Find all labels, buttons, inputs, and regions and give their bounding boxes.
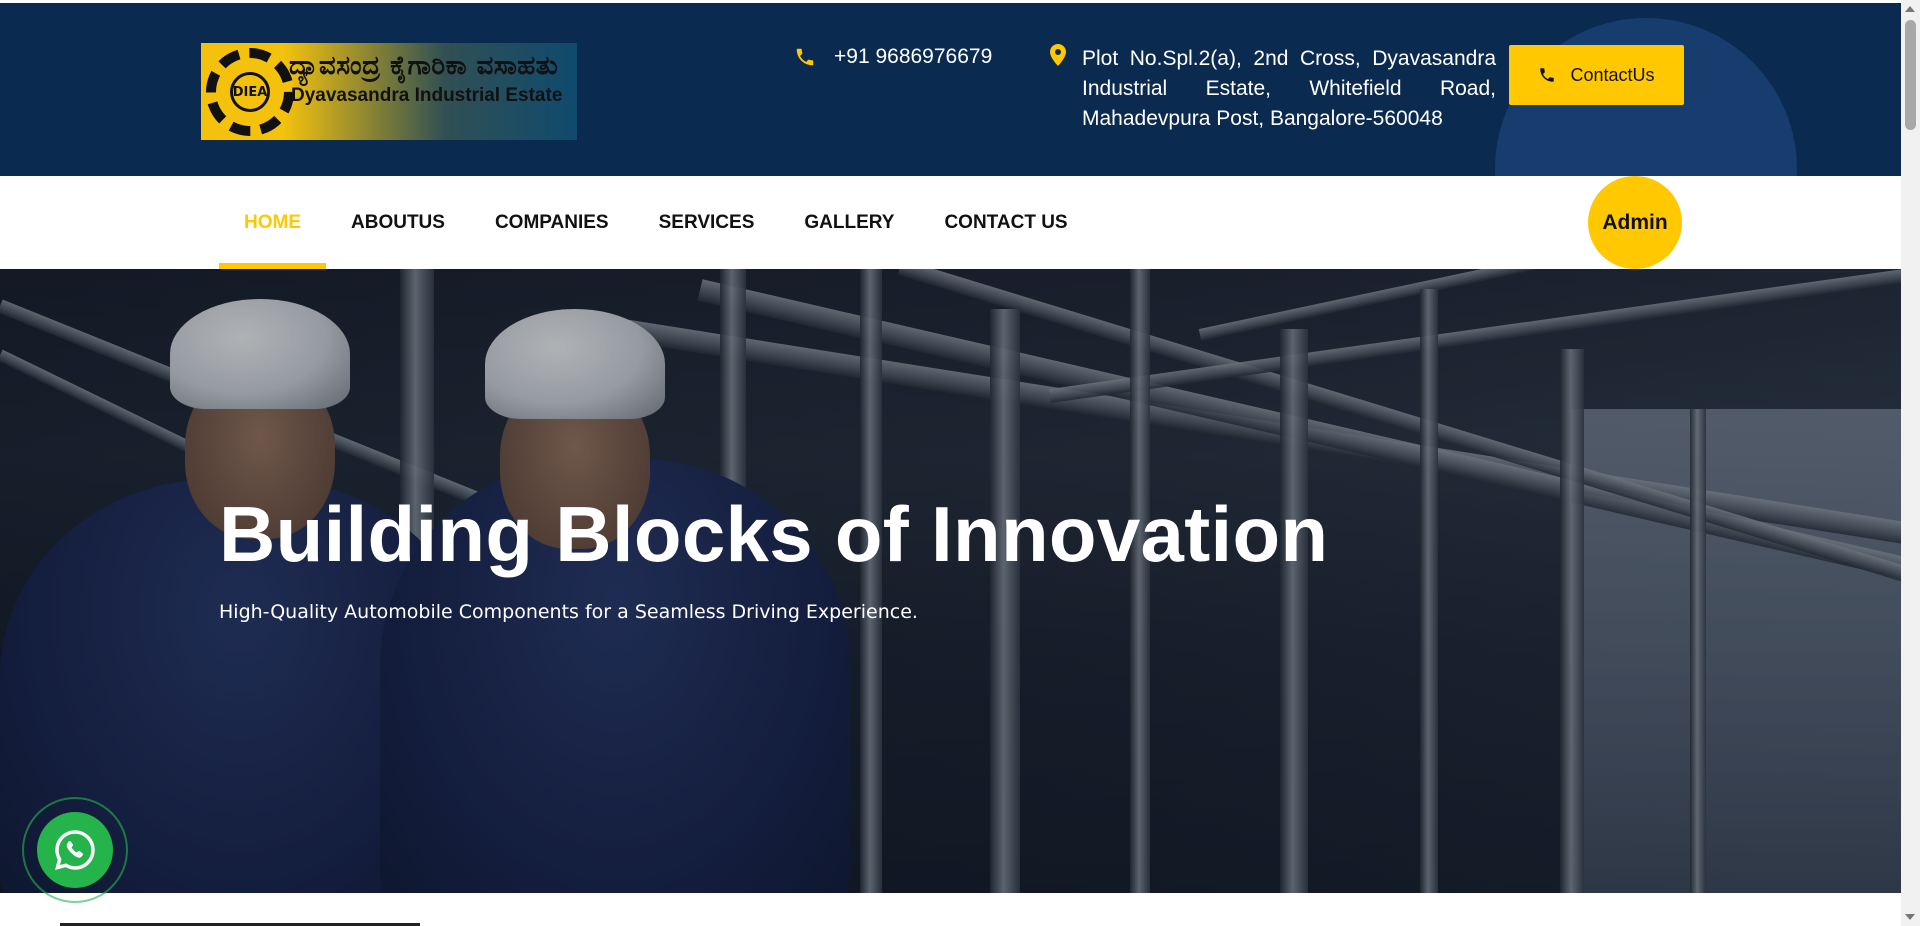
nav-item-home[interactable]: HOME: [219, 176, 326, 269]
nav-item-services[interactable]: SERVICES: [634, 176, 780, 269]
nav-item-companies[interactable]: COMPANIES: [470, 176, 634, 269]
whatsapp-glyph-icon: [55, 830, 95, 870]
logo-english-text: Dyavasandra Industrial Estate: [291, 85, 563, 106]
scroll-down-icon[interactable]: [1905, 914, 1915, 920]
hero-banner: Building Blocks of Innovation High-Quali…: [0, 269, 1901, 893]
page-scrollbar[interactable]: [1901, 0, 1920, 926]
bottom-strip: [0, 893, 1901, 926]
logo-kannada-text: ದ್ಯಾವಸಂದ್ರ ಕೈಗಾರಿಕಾ ವಸಾಹತು: [289, 51, 559, 81]
admin-button[interactable]: Admin: [1588, 176, 1682, 269]
whatsapp-button[interactable]: [22, 797, 128, 903]
hero-subtitle: High-Quality Automobile Components for a…: [219, 601, 918, 623]
site-logo[interactable]: DIEA ದ್ಯಾವಸಂದ್ರ ಕೈಗಾರಿಕಾ ವಸಾಹತು Dyavasan…: [201, 43, 577, 140]
main-nav: HOME ABOUTUS COMPANIES SERVICES GALLERY …: [0, 176, 1901, 269]
nav-menu: HOME ABOUTUS COMPANIES SERVICES GALLERY …: [219, 176, 1093, 269]
nav-item-contact-us[interactable]: CONTACT US: [919, 176, 1092, 269]
hero-overlay: [0, 269, 1901, 893]
page: DIEA ದ್ಯಾವಸಂದ್ರ ಕೈಗಾರಿಕಾ ವಸಾಹತು Dyavasan…: [0, 0, 1901, 926]
nav-item-gallery[interactable]: GALLERY: [779, 176, 919, 269]
header-phone[interactable]: +91 9686976679: [794, 45, 992, 69]
phone-icon: [796, 48, 814, 66]
contact-us-label: ContactUs: [1570, 64, 1655, 85]
nav-item-aboutus[interactable]: ABOUTUS: [326, 176, 470, 269]
contact-us-button[interactable]: ContactUs: [1509, 45, 1684, 105]
scrollbar-thumb[interactable]: [1905, 20, 1916, 130]
address-text: Plot No.Spl.2(a), 2nd Cross, Dyavasandra…: [1082, 47, 1496, 130]
phone-number: +91 9686976679: [834, 45, 993, 68]
top-header: DIEA ದ್ಯಾವಸಂದ್ರ ಕೈಗಾರಿಕಾ ವಸಾಹತು Dyavasan…: [0, 3, 1901, 176]
whatsapp-icon: [37, 812, 113, 888]
hero-title: Building Blocks of Innovation: [219, 490, 1329, 578]
header-address: Plot No.Spl.2(a), 2nd Cross, Dyavasandra…: [1050, 44, 1496, 134]
location-pin-icon: [1050, 44, 1066, 66]
logo-emblem-text: DIEA: [230, 72, 270, 112]
phone-icon: [1540, 68, 1555, 82]
gear-emblem-icon: DIEA: [206, 48, 294, 136]
scroll-up-icon[interactable]: [1905, 6, 1915, 12]
